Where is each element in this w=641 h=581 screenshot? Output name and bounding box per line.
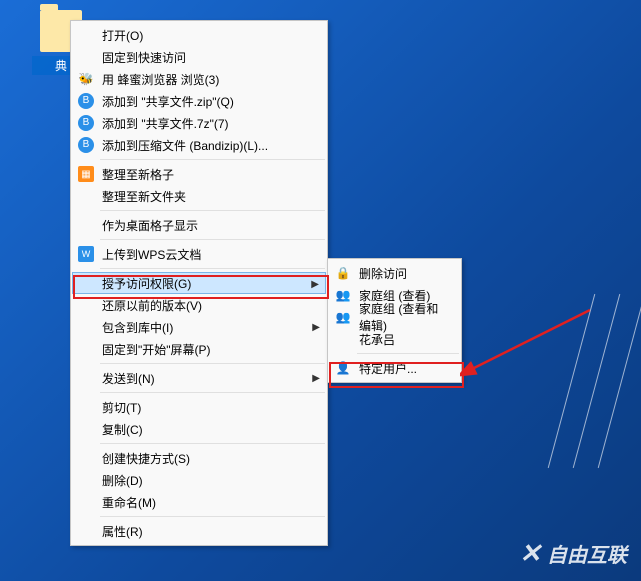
menu-add-zip[interactable]: B添加到 "共享文件.zip"(Q)	[72, 90, 326, 112]
menu-open[interactable]: 打开(O)	[72, 24, 326, 46]
separator	[100, 516, 325, 517]
group-icon: 👥	[335, 287, 351, 303]
separator	[100, 392, 325, 393]
menu-pin-quick-access[interactable]: 固定到快速访问	[72, 46, 326, 68]
menu-delete[interactable]: 删除(D)	[72, 469, 326, 491]
menu-sort-new-folder[interactable]: 整理至新文件夹	[72, 185, 326, 207]
separator	[357, 353, 459, 354]
menu-pin-start[interactable]: 固定到"开始"屏幕(P)	[72, 338, 326, 360]
group-icon: 👥	[335, 309, 351, 325]
watermark-text: 自由互联	[547, 539, 627, 568]
menu-show-as-grid[interactable]: 作为桌面格子显示	[72, 214, 326, 236]
separator	[100, 443, 325, 444]
lock-icon: 🔒	[335, 265, 351, 281]
context-menu: 打开(O) 固定到快速访问 🐝用 蜂蜜浏览器 浏览(3) B添加到 "共享文件.…	[70, 20, 328, 546]
submenu-huachenglu[interactable]: 花承吕	[329, 328, 460, 350]
separator	[100, 239, 325, 240]
archive-icon: B	[78, 137, 94, 153]
menu-add-bandizip[interactable]: B添加到压缩文件 (Bandizip)(L)...	[72, 134, 326, 156]
archive-icon: B	[78, 115, 94, 131]
menu-grant-access[interactable]: 授予访问权限(G)▶	[72, 272, 326, 294]
watermark-logo-icon: ✕	[519, 538, 541, 569]
submenu-specific-user[interactable]: 👤特定用户...	[329, 357, 460, 379]
menu-create-shortcut[interactable]: 创建快捷方式(S)	[72, 447, 326, 469]
menu-add-7z[interactable]: B添加到 "共享文件.7z"(7)	[72, 112, 326, 134]
menu-upload-wps[interactable]: W上传到WPS云文档	[72, 243, 326, 265]
menu-include-library[interactable]: 包含到库中(I)▶	[72, 316, 326, 338]
menu-rename[interactable]: 重命名(M)	[72, 491, 326, 513]
menu-copy[interactable]: 复制(C)	[72, 418, 326, 440]
menu-sort-new-grid[interactable]: ▦整理至新格子	[72, 163, 326, 185]
separator	[100, 268, 325, 269]
arrow-annotation	[460, 300, 600, 380]
bg-lines	[541, 291, 641, 471]
watermark: ✕ 自由互联	[519, 538, 627, 569]
separator	[100, 363, 325, 364]
separator	[100, 159, 325, 160]
submenu-remove-access[interactable]: 🔒删除访问	[329, 262, 460, 284]
grant-access-submenu: 🔒删除访问 👥家庭组 (查看) 👥家庭组 (查看和编辑) 花承吕 👤特定用户..…	[327, 258, 462, 383]
chevron-right-icon: ▶	[311, 279, 319, 290]
user-icon: 👤	[335, 360, 351, 376]
menu-send-to[interactable]: 发送到(N)▶	[72, 367, 326, 389]
menu-properties[interactable]: 属性(R)	[72, 520, 326, 542]
chevron-right-icon: ▶	[312, 373, 320, 384]
grid-icon: ▦	[78, 166, 94, 182]
wps-icon: W	[78, 246, 94, 262]
menu-restore-previous[interactable]: 还原以前的版本(V)	[72, 294, 326, 316]
archive-icon: B	[78, 93, 94, 109]
submenu-homegroup-edit[interactable]: 👥家庭组 (查看和编辑)	[329, 306, 460, 328]
menu-cut[interactable]: 剪切(T)	[72, 396, 326, 418]
bee-icon: 🐝	[78, 71, 94, 87]
chevron-right-icon: ▶	[312, 322, 320, 333]
separator	[100, 210, 325, 211]
menu-browse-fengmi[interactable]: 🐝用 蜂蜜浏览器 浏览(3)	[72, 68, 326, 90]
